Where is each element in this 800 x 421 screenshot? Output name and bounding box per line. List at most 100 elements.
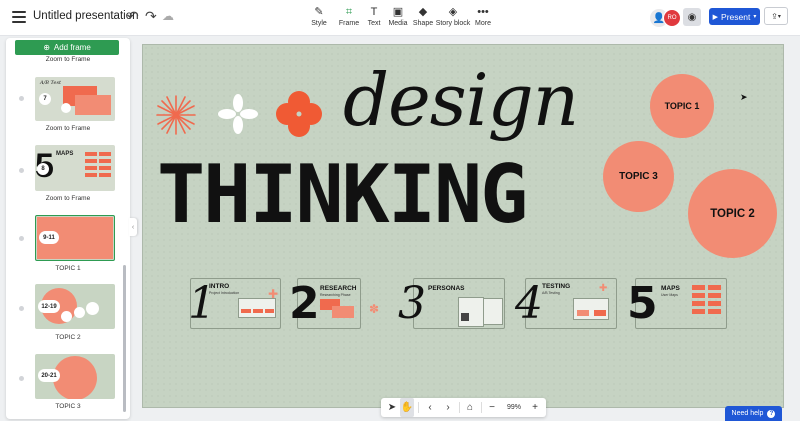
present-button[interactable]: ▶ Present ▾ — [709, 8, 760, 25]
frame-badge: 9-11 — [39, 231, 59, 244]
thumb-title: MAPS — [56, 151, 74, 157]
zoom-in-icon[interactable]: + — [528, 398, 542, 417]
frame-label: Zoom to Frame — [45, 125, 91, 132]
toolbar-divider — [418, 402, 419, 413]
redo-icon[interactable]: ↷ — [145, 8, 157, 25]
topic-3-circle[interactable]: TOPIC 3 — [603, 141, 674, 212]
topic-2-circle[interactable]: TOPIC 2 — [688, 169, 777, 258]
cloud-sync-icon: ☁ — [162, 9, 174, 23]
thumb-circle — [61, 311, 72, 322]
thumb-bar — [99, 166, 111, 170]
help-question-icon: ? — [767, 409, 776, 418]
frame-drag-handle[interactable] — [19, 168, 24, 173]
avatar[interactable]: RO — [663, 9, 681, 27]
design-heading[interactable]: design — [343, 64, 579, 136]
section-bar — [708, 293, 721, 298]
document-title[interactable]: Untitled presentation — [33, 10, 138, 22]
section-bar — [708, 309, 721, 314]
add-frame-button[interactable]: ⊕ Add frame — [15, 40, 119, 55]
section-title: RESEARCH — [320, 285, 357, 292]
section-bar — [692, 309, 705, 314]
hamburger-menu-icon[interactable] — [12, 11, 26, 23]
frame-thumbnail-topic-1[interactable]: 9-11 — [35, 215, 115, 261]
section-number: 2 — [289, 278, 320, 329]
section-subtitle: Project Introduction — [209, 291, 240, 295]
section-bar — [692, 293, 705, 298]
frame-label: TOPIC 3 — [55, 403, 81, 410]
section-bar — [692, 301, 705, 306]
section-bar — [692, 285, 705, 290]
section-title: TESTING — [542, 283, 571, 290]
frames-sidebar: ⊕ Add frame Zoom to Frame A/B Test 7 Zoo… — [6, 38, 130, 419]
chevron-down-icon: ▾ — [753, 14, 757, 20]
thumb-circle — [86, 302, 99, 315]
frame-thumbnail-topic-2[interactable]: 12-19 — [35, 284, 115, 329]
tool-label: Text — [367, 20, 381, 27]
play-icon: ▶ — [712, 13, 719, 21]
section-card — [238, 298, 276, 318]
section-card — [573, 298, 609, 320]
home-icon[interactable]: ⌂ — [463, 398, 477, 417]
section-bar — [241, 309, 251, 313]
section-bar — [708, 301, 721, 306]
topic-1-circle[interactable]: TOPIC 1 — [650, 74, 714, 138]
undo-icon[interactable]: ↶ — [127, 8, 139, 25]
frame-drag-handle[interactable] — [19, 306, 24, 311]
section-number: 3 — [398, 278, 426, 329]
section-bar — [577, 310, 589, 316]
sidebar-scrollbar[interactable] — [123, 265, 126, 412]
section-subtitle: User Maps — [661, 293, 678, 297]
frame-drag-handle[interactable] — [19, 96, 24, 101]
top-bar: Untitled presentation ↶ ↷ ☁ ✎ Style ⌗ Fr… — [0, 0, 800, 36]
thumb-bar — [99, 173, 111, 177]
frame-badge: 20-21 — [38, 369, 60, 382]
section-card — [458, 297, 484, 327]
section-title: MAPS — [661, 285, 680, 292]
thumb-circle — [74, 307, 85, 318]
mouse-cursor-icon: ➤ — [740, 92, 748, 102]
starburst-icon — [156, 95, 196, 135]
zoom-out-icon[interactable]: − — [485, 398, 499, 417]
previous-frame-chevron-icon[interactable]: ‹ — [423, 398, 437, 417]
need-help-label: Need help — [731, 410, 764, 417]
decorative-flower-icon: ✽ — [369, 302, 380, 316]
frame-thumbnail-8[interactable]: 5 8 MAPS — [35, 145, 115, 191]
zoom-level[interactable]: 99% — [502, 398, 526, 417]
tool-label: More — [475, 20, 491, 27]
section-bar — [594, 310, 606, 316]
need-help-button[interactable]: Need help ? — [725, 406, 782, 421]
frame-drag-handle[interactable] — [19, 236, 24, 241]
frame-label: TOPIC 1 — [55, 265, 81, 272]
frame-label: Zoom to Frame — [45, 56, 91, 63]
section-card — [483, 298, 503, 325]
section-photo — [461, 313, 469, 321]
section-number: 5 — [627, 278, 658, 329]
thumb-script-text: A/B Test — [40, 80, 62, 86]
select-pointer-icon[interactable]: ➤ — [385, 398, 399, 417]
frame-badge: 12-19 — [38, 300, 60, 313]
decorative-plus-icon: ✚ — [599, 283, 608, 294]
preview-eye-icon[interactable]: ◉ — [683, 8, 701, 26]
section-bar — [253, 309, 263, 313]
section-subtitle: Researching Phase — [320, 293, 351, 297]
section-bar — [708, 285, 721, 290]
share-export-button[interactable]: ⇪ ▾ — [764, 7, 788, 25]
collapse-sidebar-chevron-icon[interactable]: ‹ — [129, 218, 137, 236]
toolbar-divider — [459, 402, 460, 413]
thumb-bar — [85, 159, 97, 163]
section-bar — [265, 309, 274, 313]
section-bar — [332, 306, 354, 318]
next-frame-chevron-icon[interactable]: › — [441, 398, 455, 417]
more-tool-button[interactable]: ••• More — [465, 5, 501, 27]
thumb-block — [75, 95, 111, 115]
frame-badge: 7 — [39, 93, 51, 105]
hand-pan-icon[interactable]: ✋ — [400, 398, 414, 417]
frame-badge: 8 — [37, 163, 49, 175]
add-frame-icon: ⊕ — [43, 43, 50, 52]
present-label: Present — [721, 11, 751, 22]
frame-thumbnail-topic-3[interactable]: 20-21 — [35, 354, 115, 399]
frame-thumbnail-7[interactable]: A/B Test 7 — [35, 77, 115, 121]
thinking-heading[interactable]: THINKING — [157, 155, 528, 235]
frame-drag-handle[interactable] — [19, 376, 24, 381]
section-subtitle: A/B Testing — [542, 291, 560, 295]
